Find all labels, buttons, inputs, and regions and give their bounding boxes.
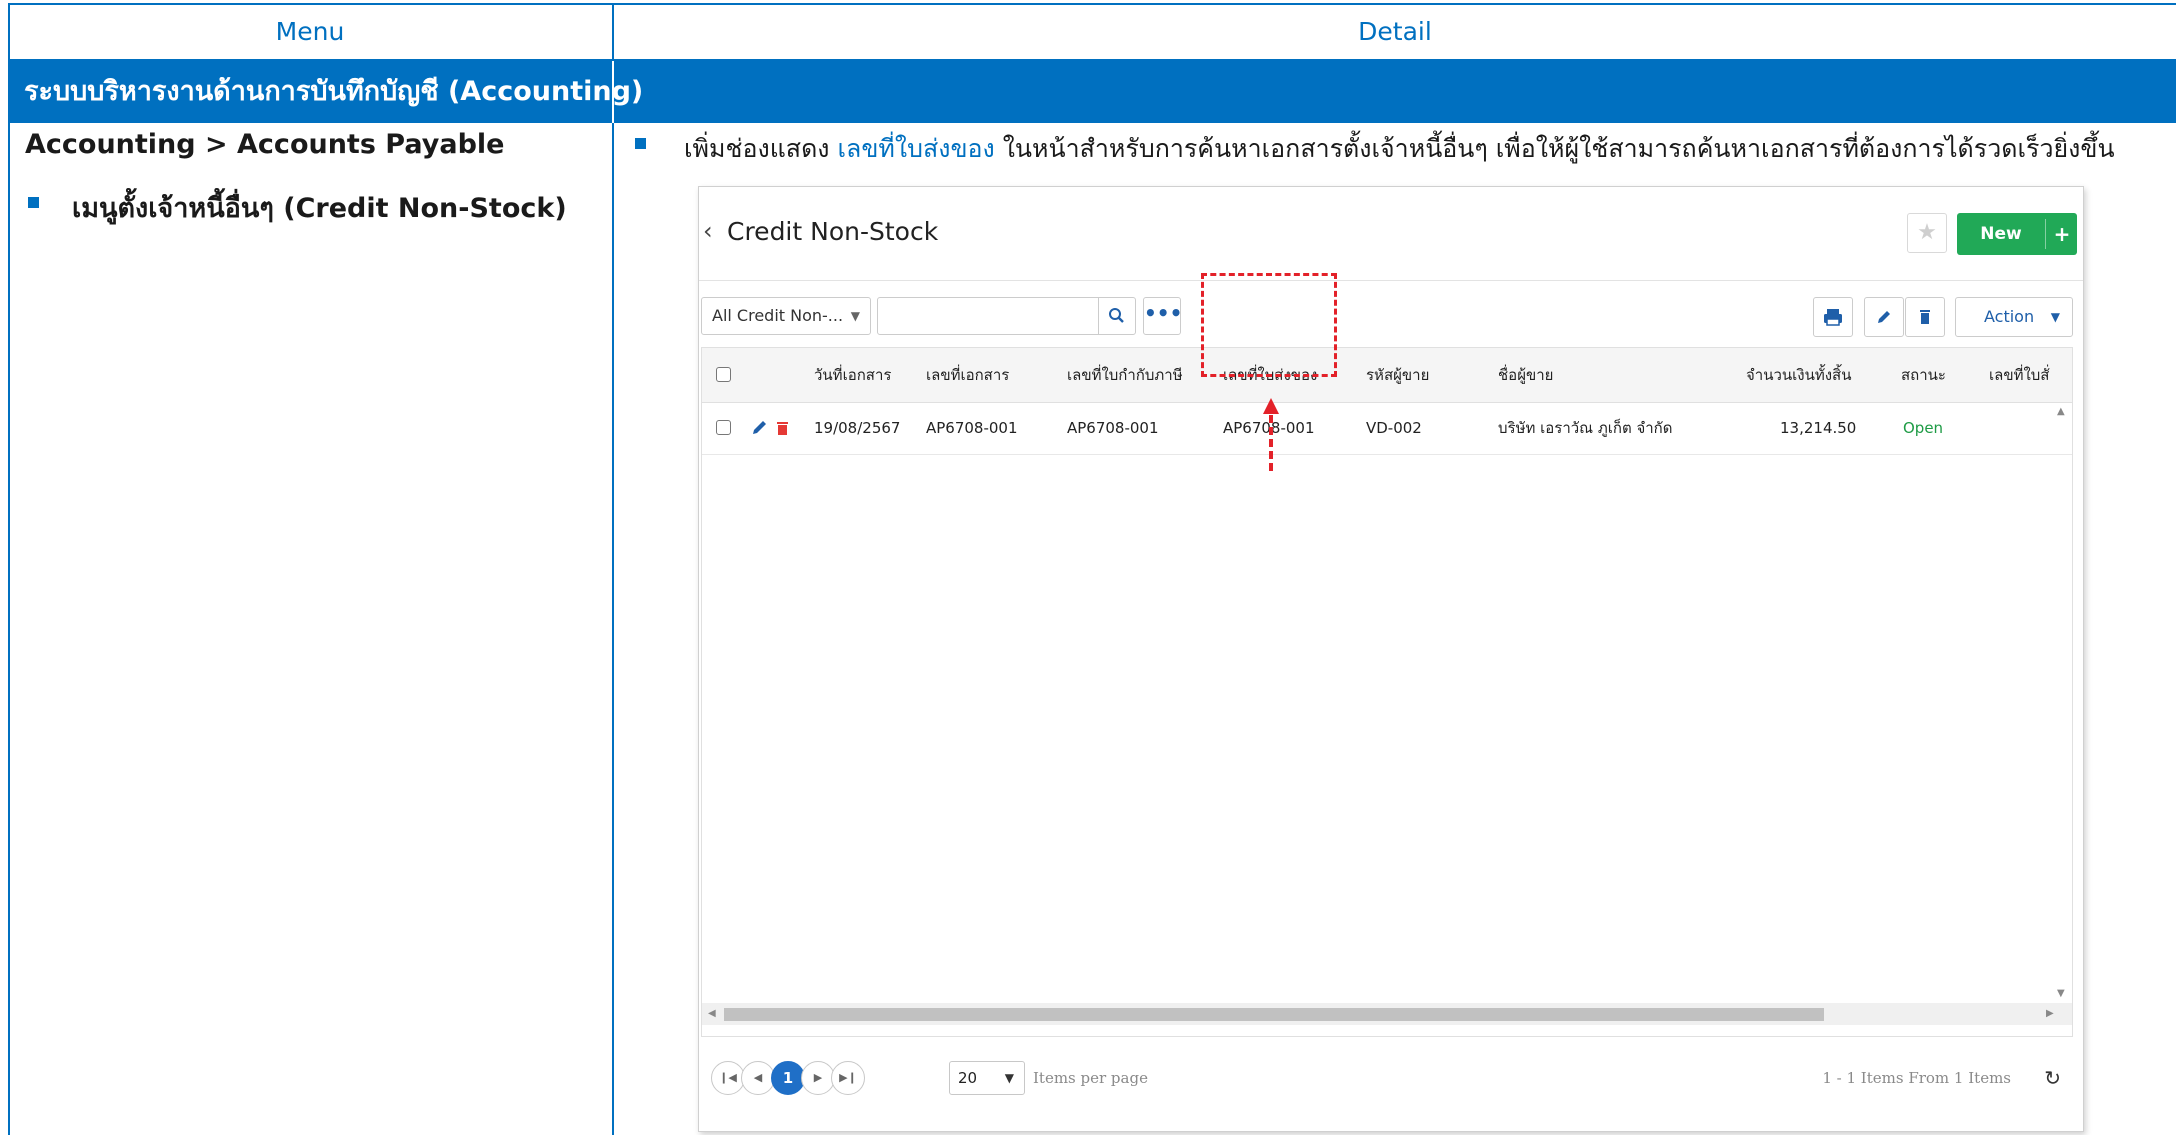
- pencil-icon: [753, 421, 766, 434]
- col-vendor-name[interactable]: ชื่อผู้ขาย: [1498, 348, 1553, 402]
- search-input[interactable]: [877, 297, 1099, 335]
- highlight-arrow: [1269, 415, 1273, 471]
- cell-vendor-name: บริษัท เอราวัณ ภูเก็ต จำกัด: [1498, 419, 1673, 437]
- new-button[interactable]: New +: [1957, 213, 2077, 255]
- prev-page-button[interactable]: ◀: [741, 1061, 775, 1095]
- print-button[interactable]: [1813, 297, 1853, 337]
- grid-header: วันที่เอกสาร เลขที่เอกสาร เลขที่ใบกำกับภ…: [702, 348, 2072, 403]
- page-size-select[interactable]: 20 ▼: [949, 1061, 1025, 1095]
- horizontal-scrollbar[interactable]: ◀ ▶: [702, 1003, 2072, 1025]
- highlight-box: [1201, 273, 1337, 377]
- page-title: Credit Non-Stock: [727, 217, 939, 246]
- row-edit-button[interactable]: [750, 402, 770, 454]
- table-row[interactable]: 19/08/2567 AP6708-001 AP6708-001 AP6708-…: [702, 402, 2072, 455]
- menu-item: เมนูตั้งเจ้าหนี้อื่นๆ (Credit Non-Stock): [72, 193, 567, 224]
- detail-highlight: เลขที่ใบส่งของ: [837, 134, 995, 163]
- cell-vendor-code: VD-002: [1366, 419, 1422, 437]
- header-menu: Menu: [275, 17, 345, 46]
- search-icon: [1109, 308, 1124, 323]
- menu-path: Accounting > Accounts Payable: [25, 129, 505, 160]
- printer-icon: [1824, 309, 1842, 326]
- chevron-left-icon[interactable]: ‹: [703, 217, 713, 245]
- app-title-bar: ‹ Credit Non-Stock ★ New +: [699, 187, 2083, 281]
- select-all-checkbox[interactable]: [716, 367, 731, 382]
- caret-down-icon: ▼: [1004, 1071, 1014, 1085]
- detail-text: เพิ่มช่องแสดง เลขที่ใบส่งของ ในหน้าสำหรั…: [684, 129, 2115, 169]
- caret-down-icon: ▼: [850, 309, 860, 323]
- pager: ❙◀ ◀ 1 ▶ ▶❙ 20 ▼ Items per page 1 - 1 It…: [699, 1039, 2083, 1131]
- last-page-button[interactable]: ▶❙: [831, 1061, 865, 1095]
- delete-button[interactable]: [1905, 297, 1945, 337]
- caret-down-icon: ▼: [2050, 310, 2060, 324]
- refresh-icon[interactable]: ↻: [2044, 1061, 2061, 1095]
- action-dropdown[interactable]: Action ▼: [1955, 297, 2073, 337]
- first-page-button[interactable]: ❙◀: [711, 1061, 745, 1095]
- table-header-row: Menu Detail: [8, 3, 2176, 61]
- current-page[interactable]: 1: [771, 1061, 805, 1095]
- star-icon[interactable]: ★: [1907, 213, 1947, 253]
- search-button[interactable]: [1098, 297, 1136, 335]
- col-status[interactable]: สถานะ: [1901, 348, 1946, 402]
- toolbar: All Credit Non-... ▼ ••• Action ▼: [699, 295, 2083, 339]
- row-delete-button[interactable]: [774, 402, 792, 454]
- row-checkbox[interactable]: [716, 420, 731, 435]
- scroll-up-icon[interactable]: ▲: [2057, 406, 2065, 417]
- next-page-button[interactable]: ▶: [801, 1061, 835, 1095]
- table-border-left: [8, 3, 10, 1135]
- filter-select[interactable]: All Credit Non-... ▼: [701, 297, 871, 335]
- col-vendor-code[interactable]: รหัสผู้ขาย: [1366, 348, 1429, 402]
- arrow-up-icon: [1263, 398, 1279, 414]
- more-options-button[interactable]: •••: [1143, 297, 1182, 335]
- page-size-value: 20: [958, 1069, 978, 1087]
- app-screenshot: ‹ Credit Non-Stock ★ New + All Credit No…: [698, 186, 2084, 1132]
- col-po-no[interactable]: เลขที่ใบสั่: [1989, 348, 2049, 402]
- scroll-right-icon[interactable]: ▶: [2046, 1008, 2054, 1019]
- section-title: ระบบบริหารงานด้านการบันทึกบัญชี (Account…: [24, 76, 644, 107]
- col-doc-date[interactable]: วันที่เอกสาร: [814, 348, 891, 402]
- trash-icon: [1920, 310, 1930, 324]
- header-detail: Detail: [1358, 17, 1432, 46]
- pager-info: 1 - 1 Items From 1 Items: [1822, 1069, 2011, 1087]
- cell-doc-date: 19/08/2567: [814, 419, 901, 437]
- scroll-down-icon[interactable]: ▼: [2057, 988, 2065, 999]
- col-doc-no[interactable]: เลขที่เอกสาร: [926, 348, 1009, 402]
- scroll-left-icon[interactable]: ◀: [708, 1008, 716, 1019]
- cell-amount: 13,214.50: [1780, 419, 1857, 437]
- new-button-separator: [2045, 219, 2046, 249]
- scrollbar-thumb[interactable]: [724, 1008, 1824, 1021]
- new-button-label: New: [1980, 224, 2022, 244]
- section-row: ระบบบริหารงานด้านการบันทึกบัญชี (Account…: [8, 61, 2176, 123]
- filter-value: All Credit Non-...: [712, 306, 844, 325]
- bullet-icon: [635, 138, 646, 149]
- data-grid: วันที่เอกสาร เลขที่เอกสาร เลขที่ใบกำกับภ…: [701, 347, 2073, 1037]
- items-per-page-label: Items per page: [1033, 1069, 1148, 1087]
- pencil-icon: [1878, 311, 1890, 323]
- cell-doc-no: AP6708-001: [926, 419, 1018, 437]
- detail-prefix: เพิ่มช่องแสดง: [684, 134, 838, 163]
- status-badge: Open: [1903, 419, 1944, 437]
- cell-tax-invoice-no: AP6708-001: [1067, 419, 1159, 437]
- table-border-middle: [612, 3, 614, 1135]
- plus-icon[interactable]: +: [2047, 213, 2077, 255]
- trash-icon: [777, 422, 788, 435]
- col-amount[interactable]: จำนวนเงินทั้งสิ้น: [1746, 348, 1851, 402]
- detail-suffix: ในหน้าสำหรับการค้นหาเอกสารตั้งเจ้าหนี้อื…: [994, 134, 2115, 163]
- vertical-scrollbar[interactable]: ▲ ▼: [2052, 402, 2072, 1036]
- bullet-icon: [28, 197, 39, 208]
- action-label: Action: [1984, 307, 2035, 326]
- edit-button[interactable]: [1864, 297, 1904, 337]
- section-divider: [612, 61, 614, 123]
- col-tax-invoice-no[interactable]: เลขที่ใบกำกับภาษี: [1067, 348, 1183, 402]
